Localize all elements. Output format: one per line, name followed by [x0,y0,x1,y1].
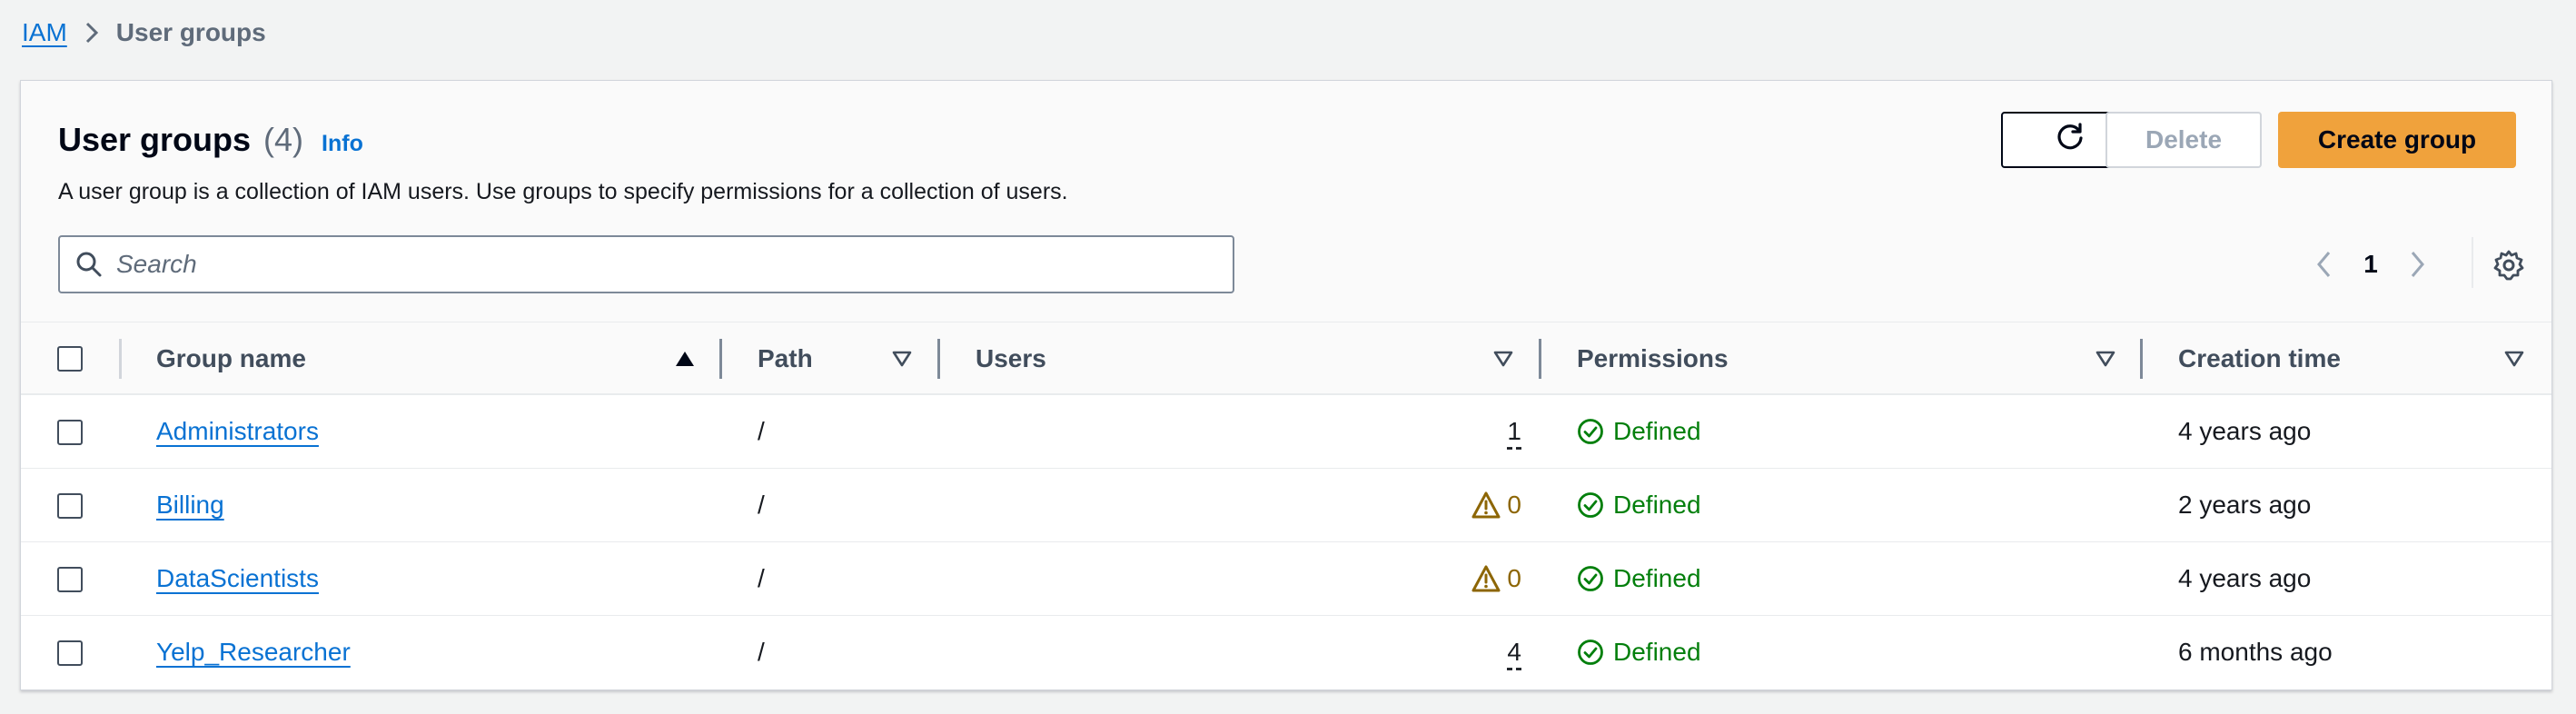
column-resizer[interactable] [937,339,940,379]
column-divider [119,339,122,379]
permissions-status: Defined [1577,616,1701,689]
create-group-button[interactable]: Create group [2278,112,2516,168]
permissions-label: Defined [1613,491,1701,519]
column-users[interactable]: Users [976,322,1046,395]
sort-icon[interactable] [2503,348,2525,370]
group-name-link[interactable]: Administrators [156,417,319,446]
warning-icon [1471,565,1501,592]
sort-icon[interactable] [2095,348,2116,370]
sort-ascending-icon[interactable] [674,348,696,370]
path-cell: / [758,638,765,666]
chevron-left-icon [2317,252,2331,277]
table-row: Yelp_Researcher / 4 Defined 6 months ago [21,616,2551,689]
permissions-label: Defined [1613,417,1701,445]
row-checkbox[interactable] [57,493,83,519]
users-count[interactable]: 4 [1507,638,1521,667]
group-count: (4) [263,121,304,158]
search-field[interactable] [58,235,1234,293]
group-name-link[interactable]: Billing [156,491,224,520]
table-row: DataScientists / 0 Defined 4 years ago [21,542,2551,616]
path-cell: / [758,564,765,592]
user-groups-table: Group name Path Users Permissions Creati… [21,322,2551,689]
refresh-icon [2053,120,2087,161]
delete-button[interactable]: Delete [2105,112,2262,168]
check-circle-icon [1578,492,1603,518]
warning-icon [1471,491,1501,519]
pagination-divider [2472,237,2473,288]
check-circle-icon [1578,419,1603,444]
creation-time-cell: 4 years ago [2178,564,2312,592]
permissions-status: Defined [1577,542,1701,615]
creation-time-cell: 2 years ago [2178,491,2312,519]
column-permissions[interactable]: Permissions [1577,322,1729,395]
column-path[interactable]: Path [758,322,813,395]
current-page-number[interactable]: 1 [2346,250,2395,279]
column-creation-time[interactable]: Creation time [2178,322,2341,395]
column-group-name[interactable]: Group name [156,322,306,395]
path-cell: / [758,491,765,519]
sort-icon[interactable] [1492,348,1514,370]
column-resizer[interactable] [719,339,722,379]
previous-page-button[interactable] [2303,243,2346,286]
sort-icon[interactable] [891,348,913,370]
page-description: A user group is a collection of IAM user… [58,179,1068,204]
user-groups-container: User groups (4) Info A user group is a c… [20,80,2552,690]
permissions-label: Defined [1613,638,1701,666]
chevron-right-icon [2411,252,2424,277]
check-circle-icon [1578,566,1603,591]
column-resizer[interactable] [1539,339,1541,379]
info-link[interactable]: Info [322,131,363,157]
row-checkbox[interactable] [57,420,83,445]
search-input[interactable] [116,242,1188,287]
breadcrumb: IAM User groups [22,16,266,49]
table-body: Administrators / 1 Defined 4 years ago B… [21,395,2551,689]
column-resizer[interactable] [2140,339,2143,379]
pagination: 1 [2303,243,2439,286]
creation-time-cell: 4 years ago [2178,417,2312,445]
select-all-checkbox[interactable] [57,346,83,372]
page-title: User groups [58,121,252,158]
users-warning: 0 [1447,469,1521,541]
select-all-cell [57,322,83,395]
path-cell: / [758,417,765,445]
group-name-link[interactable]: DataScientists [156,564,319,593]
permissions-status: Defined [1577,469,1701,541]
check-circle-icon [1578,640,1603,665]
users-count[interactable]: 1 [1507,417,1521,446]
users-count: 0 [1507,491,1521,519]
row-checkbox[interactable] [57,567,83,592]
creation-time-cell: 6 months ago [2178,638,2333,666]
permissions-status: Defined [1577,395,1701,468]
row-checkbox[interactable] [57,640,83,666]
group-name-link[interactable]: Yelp_Researcher [156,638,351,667]
gear-icon[interactable] [2488,244,2530,286]
users-warning: 0 [1447,542,1521,615]
users-count: 0 [1507,564,1521,592]
table-row: Administrators / 1 Defined 4 years ago [21,395,2551,469]
chevron-right-icon [84,21,100,45]
permissions-label: Defined [1613,564,1701,592]
next-page-button[interactable] [2395,243,2439,286]
table-row: Billing / 0 Defined 2 years ago [21,469,2551,542]
breadcrumb-iam-link[interactable]: IAM [22,18,67,47]
search-icon [74,250,104,279]
page-title-row: User groups (4) Info [58,121,363,159]
table-header: Group name Path Users Permissions Creati… [21,322,2551,395]
table-header-area: User groups (4) Info A user group is a c… [21,81,2551,322]
breadcrumb-current: User groups [115,18,266,46]
